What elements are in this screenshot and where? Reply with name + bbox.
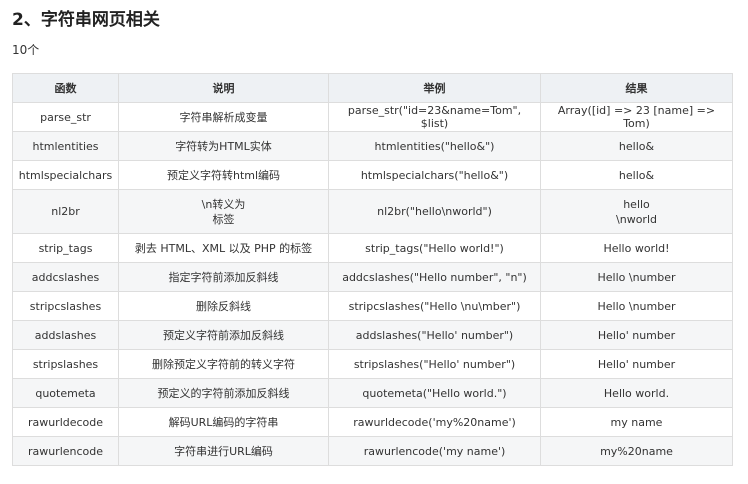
cell-description: 删除预定义字符前的转义字符 xyxy=(118,349,329,379)
functions-table: 函数 说明 举例 结果 parse_str 字符串解析成变量 parse_str("… xyxy=(12,73,733,466)
table-row: strip_tags 剥去 HTML、XML 以及 PHP 的标签 strip_ta… xyxy=(12,233,733,263)
table-row: htmlentities 字符转为HTML实体 htmlentities("hell… xyxy=(12,131,733,161)
cell-example: rawurldecode('my%20name') xyxy=(328,407,541,437)
cell-result: Hello world. xyxy=(540,378,733,408)
cell-example: stripslashes("Hello' number") xyxy=(328,349,541,379)
table-row: rawurlencode 字符串进行URL编码 rawurlencode('my n… xyxy=(12,436,733,466)
cell-example: quotemeta("Hello world.") xyxy=(328,378,541,408)
header-result: 结果 xyxy=(540,73,733,103)
cell-function: htmlentities xyxy=(12,131,119,161)
table-row: addslashes 预定义字符前添加反斜线 addslashes("Hello' … xyxy=(12,320,733,350)
cell-example: htmlspecialchars("hello&") xyxy=(328,160,541,190)
cell-result: Hello \number xyxy=(540,262,733,292)
cell-description: 解码URL编码的字符串 xyxy=(118,407,329,437)
cell-description: 字符转为HTML实体 xyxy=(118,131,329,161)
cell-result: my name xyxy=(540,407,733,437)
cell-result: Hello' number xyxy=(540,349,733,379)
section-title: 2、字符串网页相关 xyxy=(12,10,160,30)
cell-function: strip_tags xyxy=(12,233,119,263)
table-row: nl2br \n转义为 标签 nl2br("hello\nworld") hello … xyxy=(12,189,733,234)
cell-result: hello& xyxy=(540,131,733,161)
cell-description: 预定义字符转html编码 xyxy=(118,160,329,190)
cell-description: 指定字符前添加反斜线 xyxy=(118,262,329,292)
cell-function: addcslashes xyxy=(12,262,119,292)
cell-function: rawurldecode xyxy=(12,407,119,437)
table-row: htmlspecialchars 预定义字符转html编码 htmlspecialc… xyxy=(12,160,733,190)
function-count: 10个 xyxy=(12,43,40,57)
cell-function: stripslashes xyxy=(12,349,119,379)
table-row: addcslashes 指定字符前添加反斜线 addcslashes("Hello … xyxy=(12,262,733,292)
cell-result: Hello \number xyxy=(540,291,733,321)
table-row: parse_str 字符串解析成变量 parse_str("id=23&name=T… xyxy=(12,102,733,132)
cell-function: parse_str xyxy=(12,102,119,132)
cell-example: parse_str("id=23&name=Tom", $list) xyxy=(328,102,541,132)
table-header-row: 函数 说明 举例 结果 xyxy=(12,73,733,103)
cell-description: 字符串解析成变量 xyxy=(118,102,329,132)
cell-example: nl2br("hello\nworld") xyxy=(328,189,541,234)
cell-result: hello \nworld xyxy=(540,189,733,234)
table-row: quotemeta 预定义的字符前添加反斜线 quotemeta("Hello wo… xyxy=(12,378,733,408)
cell-description: 预定义字符前添加反斜线 xyxy=(118,320,329,350)
header-function: 函数 xyxy=(12,73,119,103)
cell-description: \n转义为 标签 xyxy=(118,189,329,234)
table-row: stripslashes 删除预定义字符前的转义字符 stripslashes("H… xyxy=(12,349,733,379)
header-example: 举例 xyxy=(328,73,541,103)
cell-result: Hello world! xyxy=(540,233,733,263)
cell-example: strip_tags("Hello world!") xyxy=(328,233,541,263)
cell-description: 字符串进行URL编码 xyxy=(118,436,329,466)
cell-example: rawurlencode('my name') xyxy=(328,436,541,466)
cell-function: stripcslashes xyxy=(12,291,119,321)
cell-example: stripcslashes("Hello \nu\mber") xyxy=(328,291,541,321)
cell-result: Array([id] => 23 [name] => Tom) xyxy=(540,102,733,132)
cell-result: my%20name xyxy=(540,436,733,466)
table-row: stripcslashes 删除反斜线 stripcslashes("Hello \… xyxy=(12,291,733,321)
cell-result: hello& xyxy=(540,160,733,190)
cell-example: addslashes("Hello' number") xyxy=(328,320,541,350)
cell-function: quotemeta xyxy=(12,378,119,408)
cell-example: htmlentities("hello&") xyxy=(328,131,541,161)
table-row: rawurldecode 解码URL编码的字符串 rawurldecode('my%… xyxy=(12,407,733,437)
cell-description: 删除反斜线 xyxy=(118,291,329,321)
cell-function: addslashes xyxy=(12,320,119,350)
cell-example: addcslashes("Hello number", "n") xyxy=(328,262,541,292)
cell-description: 剥去 HTML、XML 以及 PHP 的标签 xyxy=(118,233,329,263)
cell-function: htmlspecialchars xyxy=(12,160,119,190)
cell-function: rawurlencode xyxy=(12,436,119,466)
cell-description: 预定义的字符前添加反斜线 xyxy=(118,378,329,408)
cell-result: Hello' number xyxy=(540,320,733,350)
cell-function: nl2br xyxy=(12,189,119,234)
header-description: 说明 xyxy=(118,73,329,103)
